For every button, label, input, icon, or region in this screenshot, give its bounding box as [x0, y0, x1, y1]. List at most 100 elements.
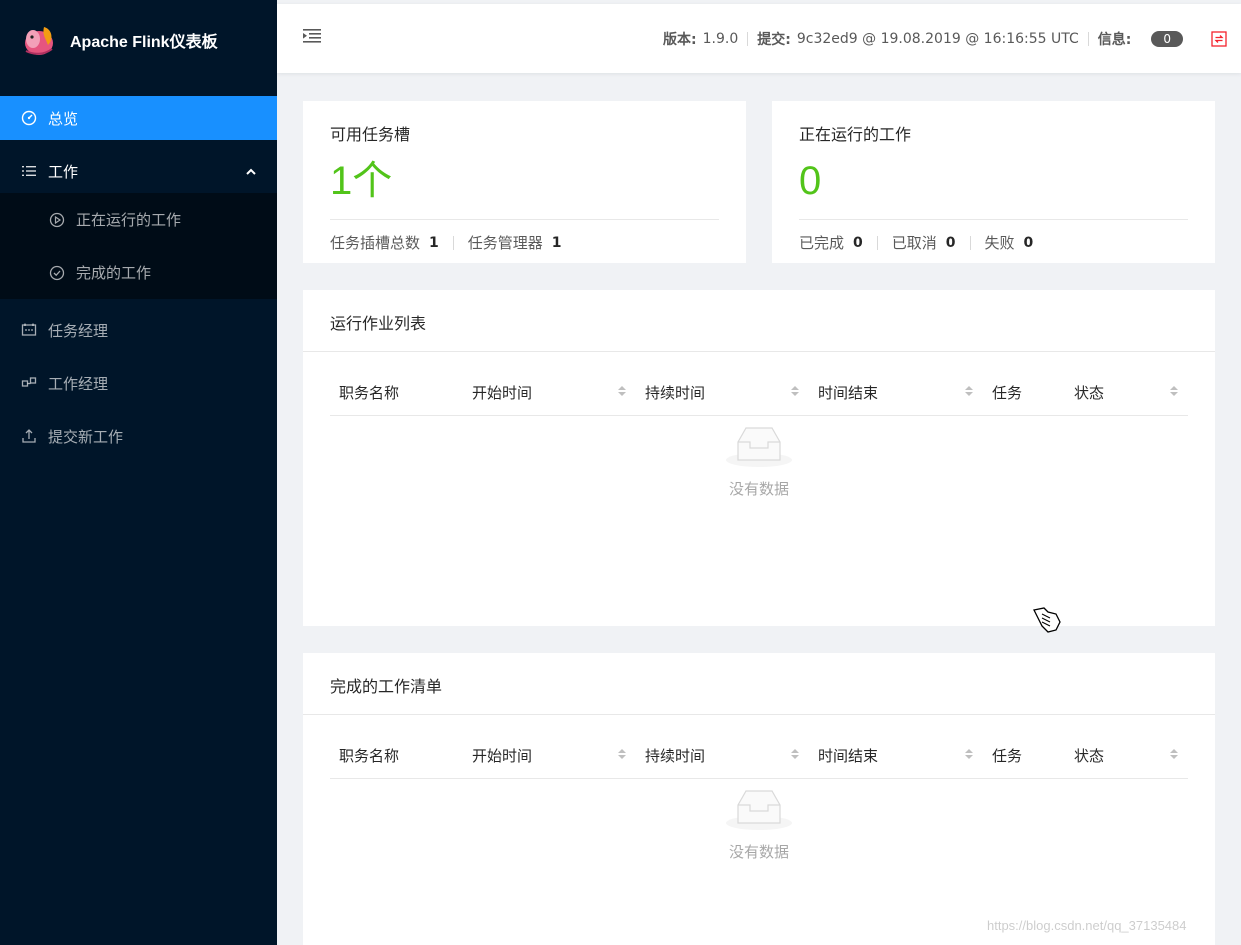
- running-job-list-card: 运行作业列表 职务名称 开始时间 持续时间 时间结束 任务 状态 没有数据: [303, 290, 1215, 626]
- schedule-icon: [20, 322, 38, 338]
- app-logo[interactable]: Apache Flink仪表板: [0, 0, 277, 80]
- column-header-end-time[interactable]: 时间结束: [809, 370, 983, 415]
- sort-icon: [965, 386, 973, 396]
- column-header-tasks[interactable]: 任务: [983, 370, 1065, 415]
- sidebar-item-label: 总览: [48, 109, 79, 128]
- menu-fold-icon[interactable]: [303, 28, 321, 48]
- sort-icon: [1170, 386, 1178, 396]
- sort-icon: [618, 749, 626, 759]
- sort-icon: [1170, 749, 1178, 759]
- sort-icon: [791, 749, 799, 759]
- column-header-job-name[interactable]: 职务名称: [330, 733, 463, 778]
- commit-value: 9c32ed9 @ 19.08.2019 @ 16:16:55 UTC: [796, 30, 1079, 47]
- canceled-label: 已取消: [891, 234, 937, 252]
- task-managers-label: 任务管理器: [467, 234, 543, 252]
- list-title: 完成的工作清单: [330, 677, 443, 696]
- top-header: 版本: 1.9.0 提交: 9c32ed9 @ 19.08.2019 @ 16:…: [277, 4, 1241, 73]
- jobs-submenu: 正在运行的工作 完成的工作: [0, 193, 277, 299]
- empty-inbox-icon: [726, 790, 792, 830]
- sidebar-item-running-jobs[interactable]: 正在运行的工作: [0, 193, 277, 246]
- sidebar: Apache Flink仪表板 总览 工作 正在运行的工作 完成的工作 任务经理…: [0, 0, 277, 945]
- running-jobs-value: 0: [799, 159, 822, 203]
- divider: [452, 235, 454, 250]
- column-label: 时间结束: [818, 747, 879, 765]
- column-label: 开始时间: [472, 384, 533, 402]
- column-header-tasks[interactable]: 任务: [983, 733, 1065, 778]
- chevron-up-icon: [245, 164, 257, 182]
- play-circle-icon: [48, 212, 66, 228]
- divider: [1087, 31, 1089, 46]
- sidebar-item-task-managers[interactable]: 任务经理: [0, 308, 277, 352]
- completed-jobs-table: 职务名称 开始时间 持续时间 时间结束 任务 状态 没有数据: [330, 733, 1188, 861]
- flink-squirrel-logo-icon: [25, 27, 53, 55]
- running-jobs-table: 职务名称 开始时间 持续时间 时间结束 任务 状态 没有数据: [330, 370, 1188, 498]
- failed-value: 0: [1023, 234, 1034, 251]
- column-label: 时间结束: [818, 384, 879, 402]
- divider: [969, 235, 971, 250]
- card-title: 可用任务槽: [330, 125, 411, 144]
- column-label: 任务: [992, 384, 1023, 402]
- upload-icon: [20, 428, 38, 444]
- column-header-status[interactable]: 状态: [1065, 733, 1188, 778]
- watermark: https://blog.csdn.net/qq_37135484: [987, 918, 1187, 933]
- sidebar-item-jobs[interactable]: 工作: [0, 149, 277, 193]
- column-label: 状态: [1074, 384, 1105, 402]
- sidebar-item-job-manager[interactable]: 工作经理: [0, 361, 277, 405]
- empty-state: 没有数据: [330, 785, 1188, 862]
- check-circle-icon: [48, 265, 66, 281]
- sidebar-item-label: 任务经理: [48, 321, 109, 340]
- sync-icon[interactable]: [1211, 30, 1227, 47]
- column-header-status[interactable]: 状态: [1065, 370, 1188, 415]
- available-slots-card: 可用任务槽 1个 任务插槽总数 1 任务管理器 1: [303, 101, 746, 263]
- sidebar-item-label: 正在运行的工作: [76, 211, 182, 229]
- dashboard-icon: [20, 110, 38, 126]
- empty-inbox-icon: [726, 427, 792, 467]
- card-footer: 任务插槽总数 1 任务管理器 1: [330, 219, 719, 253]
- sidebar-item-submit-job[interactable]: 提交新工作: [0, 414, 277, 458]
- column-label: 状态: [1074, 747, 1105, 765]
- finished-label: 已完成: [799, 234, 845, 252]
- app-title: Apache Flink仪表板: [70, 34, 218, 51]
- table-header: 职务名称 开始时间 持续时间 时间结束 任务 状态: [330, 733, 1188, 779]
- column-label: 持续时间: [645, 384, 706, 402]
- sort-icon: [791, 386, 799, 396]
- column-label: 开始时间: [472, 747, 533, 765]
- completed-job-list-card: 完成的工作清单 职务名称 开始时间 持续时间 时间结束 任务 状态 没有数据: [303, 653, 1215, 945]
- column-label: 职务名称: [339, 384, 400, 402]
- sidebar-item-label: 工作: [48, 162, 79, 181]
- running-jobs-card: 正在运行的工作 0 已完成 0 已取消 0 失败 0: [772, 101, 1215, 263]
- hand-cursor-icon: [1033, 607, 1061, 633]
- sidebar-item-overview[interactable]: 总览: [0, 96, 277, 140]
- total-slots-label: 任务插槽总数: [330, 234, 421, 252]
- header-meta: 版本: 1.9.0 提交: 9c32ed9 @ 19.08.2019 @ 16:…: [663, 4, 1227, 73]
- sidebar-item-completed-jobs[interactable]: 完成的工作: [0, 246, 277, 299]
- version-value: 1.9.0: [702, 30, 739, 47]
- column-header-job-name[interactable]: 职务名称: [330, 370, 463, 415]
- task-managers-value: 1: [551, 234, 562, 251]
- column-label: 持续时间: [645, 747, 706, 765]
- sidebar-item-label: 完成的工作: [76, 264, 152, 282]
- divider: [876, 235, 878, 250]
- sidebar-item-label: 工作经理: [48, 374, 109, 393]
- failed-label: 失败: [984, 234, 1015, 252]
- sort-icon: [965, 749, 973, 759]
- sort-icon: [618, 386, 626, 396]
- list-header: 运行作业列表: [303, 290, 1215, 352]
- column-label: 职务名称: [339, 747, 400, 765]
- empty-state: 没有数据: [330, 422, 1188, 499]
- info-label: 信息:: [1097, 31, 1132, 48]
- card-title: 正在运行的工作: [799, 125, 912, 144]
- version-label: 版本:: [663, 31, 697, 48]
- list-title: 运行作业列表: [330, 314, 427, 333]
- column-header-start-time[interactable]: 开始时间: [463, 733, 636, 778]
- info-count-badge[interactable]: 0: [1151, 30, 1183, 47]
- available-slots-value: 1个: [330, 159, 393, 203]
- column-header-start-time[interactable]: 开始时间: [463, 370, 636, 415]
- list-header: 完成的工作清单: [303, 653, 1215, 715]
- column-header-duration[interactable]: 持续时间: [636, 370, 809, 415]
- column-header-end-time[interactable]: 时间结束: [809, 733, 983, 778]
- commit-label: 提交:: [757, 31, 791, 48]
- sidebar-menu: 总览 工作 正在运行的工作 完成的工作 任务经理 工作经理 提交新工作: [0, 96, 277, 458]
- column-header-duration[interactable]: 持续时间: [636, 733, 809, 778]
- empty-text: 没有数据: [728, 480, 789, 498]
